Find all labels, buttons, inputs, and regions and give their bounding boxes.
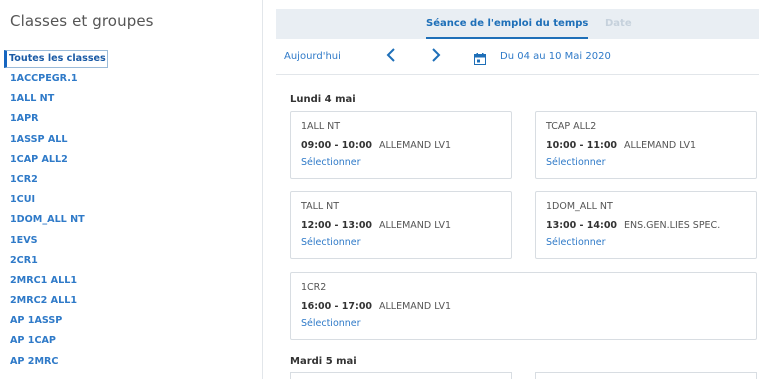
session-class: TCAP ALL2	[546, 121, 597, 132]
select-link[interactable]: Sélectionner	[301, 318, 361, 329]
chevron-right-icon[interactable]	[431, 47, 441, 67]
session-class: 1DOM_ALL NT	[546, 201, 613, 212]
class-item[interactable]: 1DOM_ALL NT	[10, 210, 108, 230]
session-subject: ALLEMAND LV1	[379, 140, 452, 151]
session-time: 09:00 - 10:00	[301, 140, 373, 151]
day-heading: Mardi 5 mai	[290, 356, 357, 367]
class-item-all[interactable]: Toutes les classes	[4, 50, 108, 68]
class-item[interactable]: 1ACCPEGR.1	[10, 69, 108, 89]
tab-seance[interactable]: Séance de l'emploi du temps	[426, 9, 589, 39]
session-card[interactable]: TCAP ALL2 10:00 - 11:00 ALLEMAND LV1 Sél…	[535, 111, 757, 179]
session-time: 13:00 - 14:00	[546, 220, 618, 231]
date-range[interactable]: Du 04 au 10 Mai 2020	[500, 51, 611, 62]
date-toolbar: Aujourd'hui Du 04 au 10 Mai 2020	[276, 46, 759, 70]
class-item[interactable]: 1CUI	[10, 190, 108, 210]
select-link[interactable]: Sélectionner	[546, 237, 606, 248]
day-heading: Lundi 4 mai	[290, 94, 356, 105]
class-item[interactable]: AP 1ASSP	[10, 311, 108, 331]
sidebar-title: Classes et groupes	[10, 12, 154, 30]
tab-bar: Séance de l'emploi du temps Date	[276, 9, 759, 39]
tab-date[interactable]: Date	[605, 9, 632, 39]
session-class: 1CR2	[301, 282, 327, 293]
chevron-left-icon[interactable]	[386, 47, 396, 67]
class-item[interactable]: 1APR	[10, 109, 108, 129]
session-card-partial[interactable]	[535, 372, 757, 379]
session-subject: ALLEMAND LV1	[379, 220, 452, 231]
class-item[interactable]: 1CAP ALL2	[10, 150, 108, 170]
session-subject: ALLEMAND LV1	[624, 140, 697, 151]
class-item[interactable]: 1EVS	[10, 231, 108, 251]
session-card[interactable]: TALL NT 12:00 - 13:00 ALLEMAND LV1 Sélec…	[290, 191, 512, 259]
calendar-icon[interactable]	[474, 50, 486, 65]
session-subject: ALLEMAND LV1	[379, 301, 452, 312]
toolbar-divider	[276, 74, 759, 75]
class-item[interactable]: 1CR2	[10, 170, 108, 190]
select-link[interactable]: Sélectionner	[301, 237, 361, 248]
sidebar: Classes et groupes Toutes les classes 1A…	[0, 0, 262, 379]
session-class: 1ALL NT	[301, 121, 341, 132]
main-panel: Séance de l'emploi du temps Date Aujourd…	[276, 0, 759, 379]
session-subject: ENS.GEN.LIES SPEC.	[624, 220, 721, 231]
today-link[interactable]: Aujourd'hui	[284, 51, 341, 62]
class-item[interactable]: 1ALL NT	[10, 89, 108, 109]
session-card-partial[interactable]	[290, 372, 512, 379]
session-time: 12:00 - 13:00	[301, 220, 373, 231]
sidebar-divider	[262, 0, 263, 379]
class-item[interactable]: 2MRC2 ALL1	[10, 291, 108, 311]
class-item[interactable]: 1ASSP ALL	[10, 130, 108, 150]
class-item[interactable]: AP 1CAP	[10, 331, 108, 351]
session-time: 16:00 - 17:00	[301, 301, 373, 312]
session-time: 10:00 - 11:00	[546, 140, 618, 151]
class-list: Toutes les classes 1ACCPEGR.1 1ALL NT 1A…	[4, 49, 108, 372]
session-card[interactable]: 1DOM_ALL NT 13:00 - 14:00 ENS.GEN.LIES S…	[535, 191, 757, 259]
select-link[interactable]: Sélectionner	[546, 157, 606, 168]
session-card[interactable]: 1ALL NT 09:00 - 10:00 ALLEMAND LV1 Sélec…	[290, 111, 512, 179]
class-item[interactable]: 2MRC1 ALL1	[10, 271, 108, 291]
session-class: TALL NT	[301, 201, 340, 212]
select-link[interactable]: Sélectionner	[301, 157, 361, 168]
class-item[interactable]: AP 2MRC	[10, 352, 108, 372]
session-card[interactable]: 1CR2 16:00 - 17:00 ALLEMAND LV1 Sélectio…	[290, 272, 757, 340]
class-item[interactable]: 2CR1	[10, 251, 108, 271]
